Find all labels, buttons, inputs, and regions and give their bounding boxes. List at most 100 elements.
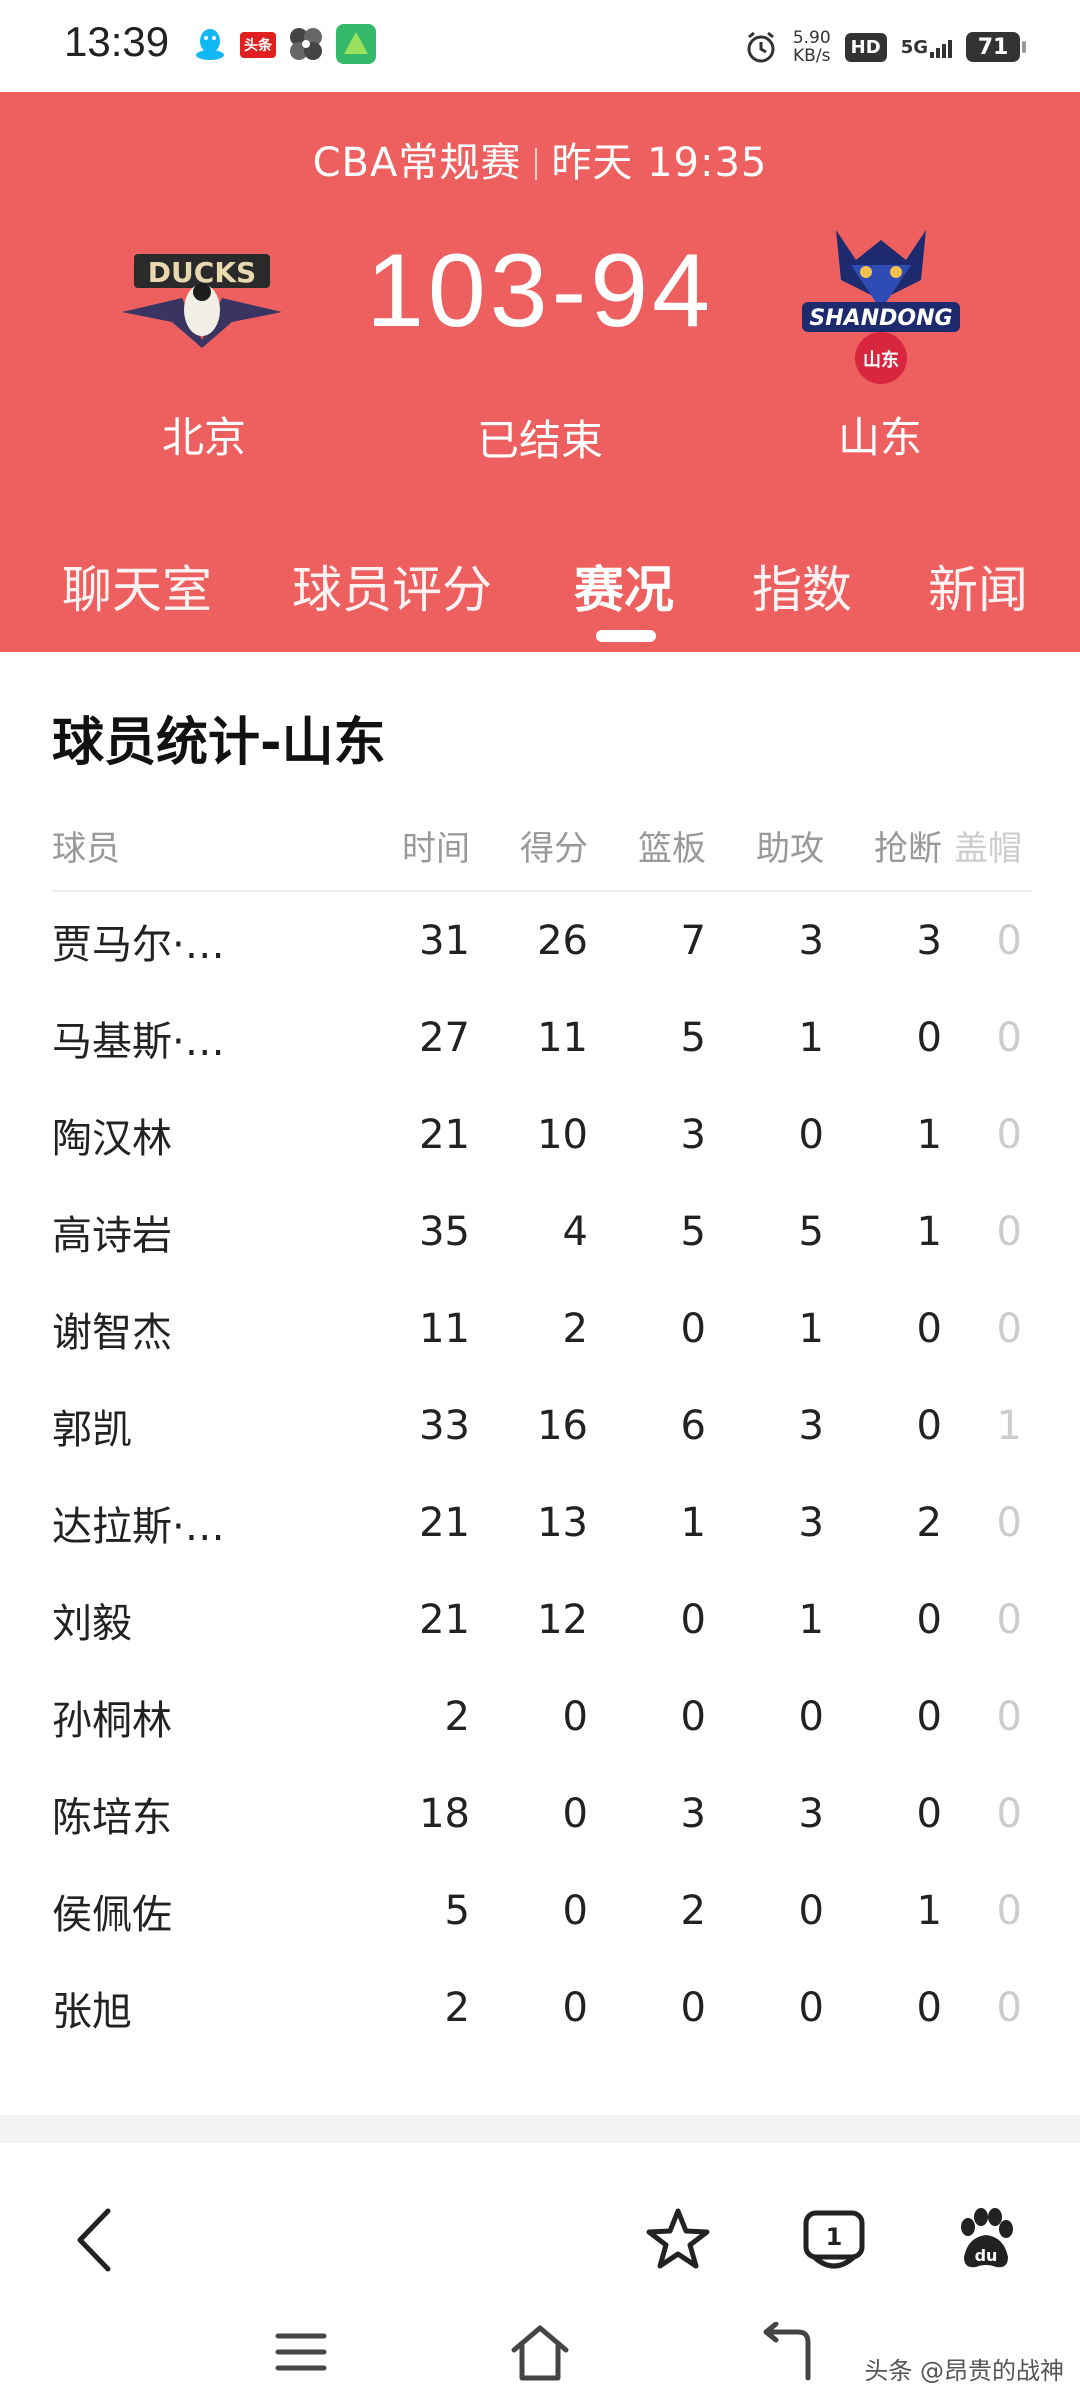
cell-assists: 3 xyxy=(798,1402,824,1449)
cell-points: 4 xyxy=(562,1208,588,1255)
tabs-icon[interactable]: 1 xyxy=(800,2205,868,2277)
svg-text:du: du xyxy=(975,2246,998,2265)
status-time: 13:39 xyxy=(64,18,170,65)
table-row[interactable]: 侯佩佐 5 0 2 0 1 0 xyxy=(52,1862,1032,1959)
cell-rebounds: 2 xyxy=(680,1887,706,1934)
match-info: CBA常规赛 昨天 19:35 xyxy=(0,130,1080,188)
back-icon[interactable] xyxy=(70,2205,120,2279)
table-row[interactable]: 陶汉林 21 10 3 0 1 0 xyxy=(52,1086,1032,1183)
tab-player-ratings[interactable]: 球员评分 xyxy=(292,550,492,622)
cell-rebounds: 0 xyxy=(680,1596,706,1643)
match-time: 昨天 19:35 xyxy=(551,140,768,186)
cell-minutes: 18 xyxy=(419,1790,470,1837)
cell-minutes: 5 xyxy=(444,1887,470,1934)
away-team-name[interactable]: 山东 xyxy=(838,404,922,465)
table-row[interactable]: 高诗岩 35 4 5 5 1 0 xyxy=(52,1183,1032,1280)
cell-player-name: 郭凯 xyxy=(52,1406,132,1453)
cell-rebounds: 0 xyxy=(680,1305,706,1352)
cell-minutes: 27 xyxy=(419,1014,470,1061)
star-icon[interactable] xyxy=(644,2205,712,2277)
hd-badge: HD xyxy=(844,32,887,62)
net-speed-value: 5.90 xyxy=(792,28,831,48)
cell-blocks: 0 xyxy=(996,1208,1022,1255)
cell-points: 13 xyxy=(537,1499,588,1546)
tab-live[interactable]: 赛况 xyxy=(574,550,674,622)
cell-blocks: 1 xyxy=(996,1402,1022,1449)
col-points: 得分 xyxy=(520,828,588,869)
tab-chatroom[interactable]: 聊天室 xyxy=(62,550,212,622)
qq-icon xyxy=(190,24,230,64)
app-icon xyxy=(336,24,376,64)
cell-rebounds: 3 xyxy=(680,1111,706,1158)
cell-minutes: 21 xyxy=(419,1596,470,1643)
stats-title: 球员统计-山东 xyxy=(52,713,386,773)
cell-blocks: 0 xyxy=(996,1499,1022,1546)
cell-player-name: 达拉斯·… xyxy=(52,1503,225,1550)
cell-assists: 1 xyxy=(798,1014,824,1061)
cell-blocks: 0 xyxy=(996,1596,1022,1643)
col-player: 球员 xyxy=(52,828,120,869)
table-row[interactable]: 陈培东 18 0 3 3 0 0 xyxy=(52,1765,1032,1862)
cell-player-name: 陈培东 xyxy=(52,1794,172,1841)
table-row[interactable]: 达拉斯·… 21 13 1 3 2 0 xyxy=(52,1474,1032,1571)
cell-steals: 1 xyxy=(916,1111,942,1158)
cell-points: 0 xyxy=(562,1693,588,1740)
alarm-icon xyxy=(747,31,775,63)
cell-steals: 1 xyxy=(916,1887,942,1934)
cell-minutes: 33 xyxy=(419,1402,470,1449)
cell-blocks: 0 xyxy=(996,917,1022,964)
return-icon[interactable] xyxy=(754,2321,814,2386)
cell-player-name: 侯佩佐 xyxy=(52,1891,172,1938)
cell-rebounds: 5 xyxy=(680,1014,706,1061)
table-row[interactable]: 张旭 2 0 0 0 0 0 xyxy=(52,1959,1032,2056)
tab-news[interactable]: 新闻 xyxy=(928,550,1028,622)
stats-table: 球员 时间 得分 篮板 助攻 抢断 盖帽 贾马尔·… 31 26 7 3 3 0 马基斯·… 2… xyxy=(52,800,1032,2056)
cell-assists: 0 xyxy=(798,1111,824,1158)
col-blocks: 盖帽 xyxy=(954,828,1022,869)
table-row[interactable]: 谢智杰 11 2 0 1 0 0 xyxy=(52,1280,1032,1377)
table-row[interactable]: 刘毅 21 12 0 1 0 0 xyxy=(52,1571,1032,1668)
cell-player-name: 谢智杰 xyxy=(52,1309,172,1356)
cell-assists: 3 xyxy=(798,1790,824,1837)
battery-icon: 71 xyxy=(966,32,1026,62)
table-row[interactable]: 郭凯 33 16 6 3 0 1 xyxy=(52,1377,1032,1474)
cell-player-name: 张旭 xyxy=(52,1988,132,2035)
cell-rebounds: 0 xyxy=(680,1984,706,2031)
cell-minutes: 2 xyxy=(444,1693,470,1740)
cell-points: 26 xyxy=(537,917,588,964)
menu-icon[interactable] xyxy=(274,2328,328,2380)
away-logo-text: SHANDONG xyxy=(809,306,952,331)
col-assists: 助攻 xyxy=(756,828,824,869)
cell-player-name: 刘毅 xyxy=(52,1600,132,1647)
cell-player-name: 陶汉林 xyxy=(52,1115,172,1162)
away-logo-sub: 山东 xyxy=(863,349,899,371)
cell-player-name: 高诗岩 xyxy=(52,1212,172,1259)
cell-points: 16 xyxy=(537,1402,588,1449)
cell-steals: 0 xyxy=(916,1790,942,1837)
watermark: 头条 @昂贵的战神 xyxy=(864,2357,1064,2385)
table-row[interactable]: 孙桐林 2 0 0 0 0 0 xyxy=(52,1668,1032,1765)
table-row[interactable]: 马基斯·… 27 11 5 1 0 0 xyxy=(52,989,1032,1086)
away-team-logo[interactable]: SHANDONG 山东 xyxy=(796,210,966,390)
cell-steals: 1 xyxy=(916,1208,942,1255)
match-header: CBA常规赛 昨天 19:35 DUCKS 北京 103-94 已结束 SHAND… xyxy=(0,92,1080,652)
cell-minutes: 21 xyxy=(419,1499,470,1546)
table-row[interactable]: 贾马尔·… 31 26 7 3 3 0 xyxy=(52,892,1032,989)
cell-points: 0 xyxy=(562,1887,588,1934)
home-icon[interactable] xyxy=(508,2322,572,2386)
cell-player-name: 马基斯·… xyxy=(52,1018,225,1065)
cell-assists: 1 xyxy=(798,1305,824,1352)
cell-rebounds: 5 xyxy=(680,1208,706,1255)
table-header: 球员 时间 得分 篮板 助攻 抢断 盖帽 xyxy=(52,800,1032,892)
cell-blocks: 0 xyxy=(996,1984,1022,2031)
status-bar: 13:39 头条 5.90 KB/s HD 5G 71 xyxy=(0,0,1080,92)
cell-blocks: 0 xyxy=(996,1305,1022,1352)
cell-assists: 3 xyxy=(798,917,824,964)
cell-assists: 5 xyxy=(798,1208,824,1255)
system-nav-bar: 头条 @昂贵的战神 xyxy=(0,2300,1080,2388)
baidu-paw-icon[interactable]: du xyxy=(950,2205,1020,2279)
network-type: 5G xyxy=(900,36,928,58)
cell-steals: 0 xyxy=(916,1693,942,1740)
tab-odds[interactable]: 指数 xyxy=(752,550,852,622)
cell-blocks: 0 xyxy=(996,1111,1022,1158)
